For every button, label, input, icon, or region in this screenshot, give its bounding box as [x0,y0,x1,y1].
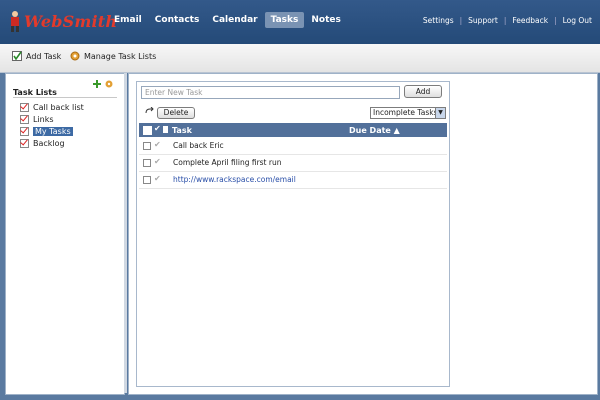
list-label: Call back list [33,102,84,112]
utility-links: Settings | Support | Feedback | Log Out [423,16,592,25]
list-label: My Tasks [33,126,73,136]
list-label: Links [33,114,54,124]
row-checkbox[interactable] [143,159,151,167]
settings-link[interactable]: Settings [423,16,454,25]
nav-contacts[interactable]: Contacts [149,12,206,28]
manage-task-lists-label: Manage Task Lists [84,51,157,61]
separator: | [554,16,557,25]
manage-task-lists-button[interactable]: Manage Task Lists [70,51,156,61]
list-checkbox[interactable] [20,102,29,112]
column-due-date[interactable]: Due Date ▲ [349,126,400,135]
select-all-checkbox[interactable] [143,126,152,135]
main-nav: Email Contacts Calendar Tasks Notes [108,12,348,28]
task-lists: Call back list Links My Tasks Backlog [20,101,84,149]
add-task-button[interactable]: Add Task [12,51,61,61]
nav-email[interactable]: Email [108,12,148,28]
list-checkbox[interactable] [20,126,29,136]
add-task-label: Add Task [26,51,62,61]
nav-calendar[interactable]: Calendar [206,12,263,28]
check-icon[interactable]: ✔ [154,157,161,166]
task-lists-title: Task Lists [13,88,57,97]
gear-icon[interactable] [105,80,113,90]
feedback-link[interactable]: Feedback [512,16,548,25]
websmith-logo[interactable]: WebSmith [8,9,117,33]
list-label: Backlog [33,138,65,148]
sidebar-item-my-tasks[interactable]: My Tasks [20,125,84,137]
task-rows: ✔ Call back Eric ✔ Complete April filing… [139,138,447,189]
check-icon[interactable]: ✔ [154,174,161,183]
filter-value: Incomplete Tasks [373,108,438,117]
add-button[interactable]: Add [404,85,442,98]
gear-icon [70,51,80,61]
new-task-input[interactable]: Enter New Task [141,86,400,99]
list-checkbox[interactable] [20,114,29,124]
chevron-down-icon[interactable]: ▼ [435,108,445,118]
sidebar-actions [93,80,113,90]
support-link[interactable]: Support [468,16,498,25]
check-icon: ✔ [154,124,161,133]
logout-link[interactable]: Log Out [563,16,592,25]
table-row[interactable]: ✔ http://www.rackspace.com/email [139,172,447,189]
task-text[interactable]: Complete April filing first run [173,158,281,167]
nav-tasks[interactable]: Tasks [264,12,305,28]
logo-text: WebSmith [24,11,118,31]
figure-icon [8,10,22,32]
task-table-header: ✔ Task Due Date ▲ [139,123,447,137]
task-filter-select[interactable]: Incomplete Tasks ▼ [370,107,446,119]
divider [13,97,117,98]
row-checkbox[interactable] [143,142,151,150]
separator: | [503,16,507,25]
main-pane: Enter New Task Add Delete Incomplete Tas… [128,73,598,395]
note-icon [163,126,168,133]
sidebar-item-call-back-list[interactable]: Call back list [20,101,84,113]
separator: | [459,16,463,25]
task-panel: Enter New Task Add Delete Incomplete Tas… [136,81,450,387]
task-text[interactable]: Call back Eric [173,141,224,150]
sidebar-item-links[interactable]: Links [20,113,84,125]
table-row[interactable]: ✔ Call back Eric [139,138,447,155]
toolbar: Add Task Manage Task Lists [0,44,600,73]
task-link[interactable]: http://www.rackspace.com/email [173,175,296,184]
undo-icon[interactable] [145,106,154,119]
delete-button[interactable]: Delete [157,107,195,119]
sidebar-item-backlog[interactable]: Backlog [20,137,84,149]
list-checkbox[interactable] [20,138,29,148]
app-header: WebSmith Email Contacts Calendar Tasks N… [0,0,600,44]
pane-splitter[interactable] [124,73,127,393]
row-checkbox[interactable] [143,176,151,184]
table-row[interactable]: ✔ Complete April filing first run [139,155,447,172]
check-icon[interactable]: ✔ [154,140,161,149]
nav-notes[interactable]: Notes [305,12,346,28]
checkbox-icon [12,51,22,61]
add-list-icon[interactable] [93,80,101,90]
column-task[interactable]: Task [172,126,192,135]
task-lists-sidebar: Task Lists Call back list Links My Tasks… [5,73,125,395]
